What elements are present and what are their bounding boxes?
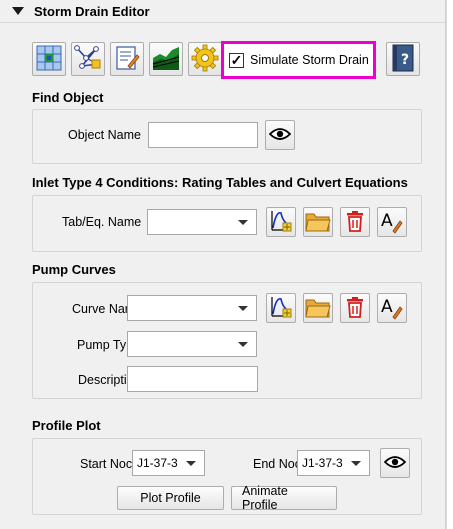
new-curve-icon	[269, 209, 293, 236]
animate-profile-button[interactable]: Animate Profile	[231, 484, 337, 512]
simulate-storm-drain-label: Simulate Storm Drain	[250, 53, 369, 67]
tab-eq-name-label: Tab/Eq. Name	[62, 215, 142, 229]
header-divider	[0, 22, 446, 23]
rename-text-icon: A	[380, 296, 404, 320]
curve-name-select[interactable]	[127, 295, 257, 321]
description-label: Descripti	[78, 373, 127, 387]
edit-form-icon	[114, 45, 140, 74]
inlet-open-folder-button[interactable]	[303, 207, 333, 237]
find-object-view-button[interactable]	[265, 120, 295, 150]
terrain-profile-button[interactable]	[149, 42, 183, 76]
inlet-title: Inlet Type 4 Conditions: Rating Tables a…	[32, 175, 408, 190]
end-node-select[interactable]: J1-37-3	[297, 450, 370, 476]
pump-new-curve-button[interactable]	[266, 293, 296, 323]
inlet-delete-button[interactable]	[340, 207, 370, 237]
terrain-profile-icon	[152, 44, 180, 75]
folder-icon	[305, 210, 331, 235]
settings-button[interactable]	[188, 42, 222, 76]
object-name-label: Object Name	[68, 128, 141, 142]
find-object-title: Find Object	[32, 90, 104, 105]
eye-icon	[268, 127, 292, 144]
pump-delete-button[interactable]	[340, 293, 370, 323]
section-header[interactable]: Storm Drain Editor	[0, 0, 446, 22]
dropdown-arrow-icon	[238, 306, 248, 311]
pump-rename-button[interactable]: A	[377, 293, 407, 323]
panel-title: Storm Drain Editor	[34, 3, 150, 19]
inlet-rename-button[interactable]: A	[377, 207, 407, 237]
start-node-value: J1-37-3	[137, 456, 178, 470]
dropdown-arrow-icon	[238, 342, 248, 347]
collapse-triangle-icon[interactable]	[12, 7, 24, 15]
trash-icon	[345, 296, 365, 321]
profile-plot-title: Profile Plot	[32, 418, 101, 433]
edit-form-button[interactable]	[110, 42, 144, 76]
dropdown-arrow-icon	[351, 461, 361, 466]
start-node-label: Start Noc	[80, 457, 132, 471]
pump-type-select[interactable]	[127, 331, 257, 357]
svg-text:?: ?	[401, 52, 409, 68]
inlet-new-table-button[interactable]	[266, 207, 296, 237]
start-node-select[interactable]: J1-37-3	[132, 450, 205, 476]
network-node-icon	[74, 44, 102, 75]
help-button[interactable]: ?	[386, 42, 420, 76]
pump-open-folder-button[interactable]	[303, 293, 333, 323]
simulate-storm-drain-checkbox[interactable]: ✓ Simulate Storm Drain	[221, 41, 376, 79]
pump-curves-title: Pump Curves	[32, 262, 116, 277]
tab-eq-name-select[interactable]	[147, 209, 257, 235]
plot-profile-button[interactable]: Plot Profile	[117, 486, 224, 510]
object-name-input[interactable]	[148, 122, 258, 148]
curve-name-label: Curve Nar	[72, 302, 127, 316]
profile-view-button[interactable]	[380, 448, 410, 478]
checkbox-check-icon[interactable]: ✓	[229, 52, 244, 68]
grid-element-icon	[36, 45, 62, 74]
network-node-button[interactable]	[71, 42, 105, 76]
dropdown-arrow-icon	[186, 461, 196, 466]
dropdown-arrow-icon	[238, 220, 248, 225]
trash-icon	[345, 210, 365, 235]
end-node-value: J1-37-3	[302, 456, 343, 470]
grid-element-button[interactable]	[32, 42, 66, 76]
folder-icon	[305, 296, 331, 321]
description-input[interactable]	[127, 366, 258, 392]
new-curve-icon	[269, 295, 293, 322]
storm-drain-editor-panel: Storm Drain Editor ✓ Simulate Storm Drai…	[0, 0, 446, 529]
vertical-scrollbar[interactable]	[446, 0, 453, 529]
end-node-label: End Noc	[253, 457, 297, 471]
eye-icon	[383, 455, 407, 472]
help-book-icon: ?	[390, 44, 416, 75]
pump-type-label: Pump Ty	[77, 338, 127, 352]
settings-gear-icon	[191, 44, 219, 75]
rename-text-icon: A	[380, 210, 404, 234]
